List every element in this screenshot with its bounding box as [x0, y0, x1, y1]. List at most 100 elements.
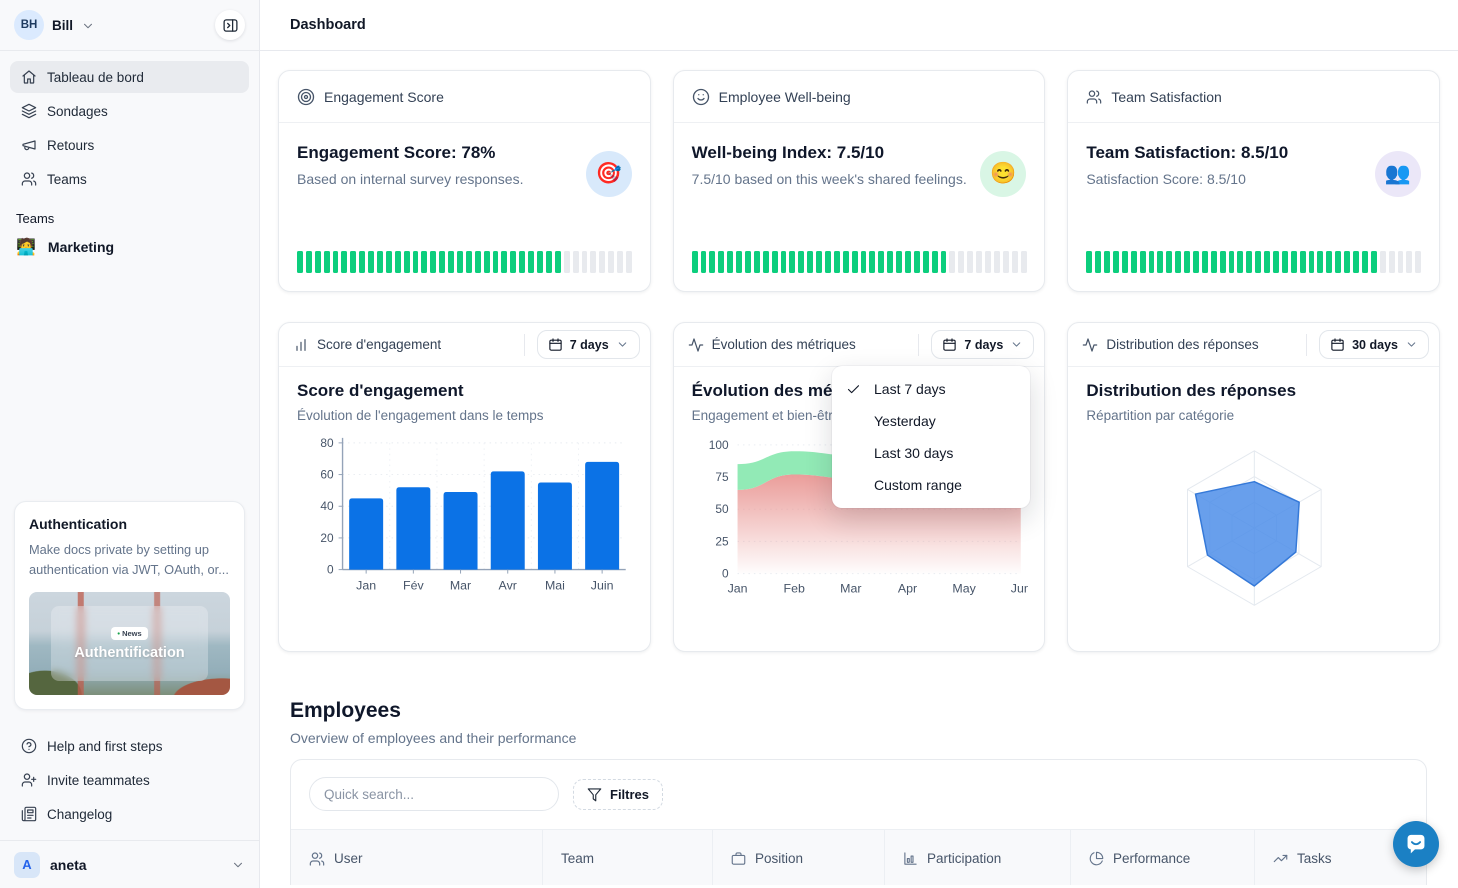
panel-collapse-icon [222, 17, 239, 34]
pie-chart-icon [1089, 851, 1104, 866]
workspace-switcher[interactable]: A aneta [0, 840, 259, 888]
bar-chart-icon [903, 851, 918, 866]
sidebar-collapse-button[interactable] [215, 10, 245, 40]
svg-text:50: 50 [715, 502, 729, 516]
svg-text:Avr: Avr [499, 578, 517, 592]
sidebar-item-dashboard[interactable]: Tableau de bord [10, 61, 249, 93]
users-emoji-badge: 👥 [1375, 151, 1421, 197]
bar-chart-icon [293, 337, 309, 353]
newspaper-icon [21, 806, 37, 822]
svg-text:Jan: Jan [356, 578, 376, 592]
sidebar-item-help[interactable]: Help and first steps [10, 730, 249, 762]
column-header-position: Position [713, 830, 885, 885]
chat-bubble-icon [1403, 831, 1429, 857]
svg-text:0: 0 [722, 567, 729, 581]
divider [1306, 334, 1307, 356]
sidebar-item-label: Retours [47, 138, 94, 153]
sidebar-item-feedback[interactable]: Retours [10, 129, 249, 161]
column-header-team: Team [543, 830, 713, 885]
engagement-score-card: Engagement Score Engagement Score: 78% B… [278, 70, 651, 292]
svg-text:Jun: Jun [1010, 581, 1028, 595]
date-range-button[interactable]: 7 days [537, 330, 640, 359]
date-range-button[interactable]: 30 days [1319, 330, 1429, 359]
technologist-emoji-icon: 🧑‍💻 [16, 237, 36, 257]
chat-launcher-button[interactable] [1393, 821, 1439, 867]
search-input[interactable] [309, 777, 559, 811]
svg-text:Jan: Jan [727, 581, 747, 595]
metric-title: Team Satisfaction: 8.5/10 [1086, 143, 1421, 163]
engagement-chart-card: Score d'engagement 7 days Score d'engage… [278, 322, 651, 652]
sidebar-item-label: Help and first steps [47, 739, 163, 754]
sidebar-item-marketing[interactable]: 🧑‍💻 Marketing [0, 230, 259, 264]
avatar[interactable]: BH [14, 10, 44, 40]
sidebar-item-invite[interactable]: Invite teammates [10, 764, 249, 796]
employees-table-card: Filtres User Team Position [290, 759, 1427, 885]
satisfaction-progress-bar [1086, 251, 1421, 273]
column-header-performance: Performance [1071, 830, 1255, 885]
bar-chart: 020406080JanFévMarAvrMaiJuin [297, 431, 634, 601]
svg-text:Feb: Feb [783, 581, 804, 595]
workspace-avatar: A [14, 852, 40, 878]
divider [524, 334, 525, 356]
sidebar-item-label: Teams [47, 172, 87, 187]
svg-text:40: 40 [320, 499, 334, 513]
home-icon [21, 69, 37, 85]
card-header-label: Employee Well-being [719, 89, 851, 105]
svg-text:0: 0 [327, 563, 334, 577]
svg-text:Juin: Juin [591, 578, 614, 592]
menu-item-last-30-days[interactable]: Last 30 days [832, 437, 1030, 469]
metric-cards-row: Engagement Score Engagement Score: 78% B… [278, 70, 1440, 292]
wellbeing-card: Employee Well-being Well-being Index: 7.… [673, 70, 1046, 292]
svg-text:Mai: Mai [545, 578, 565, 592]
engagement-progress-bar [297, 251, 632, 273]
team-label: Marketing [48, 239, 114, 255]
card-header-label: Score d'engagement [317, 337, 441, 352]
wellbeing-progress-bar [692, 251, 1027, 273]
card-header-label: Team Satisfaction [1111, 89, 1222, 105]
svg-text:25: 25 [715, 534, 729, 548]
authentication-promo-card: Authentication Make docs private by sett… [14, 501, 245, 710]
filters-button[interactable]: Filtres [573, 779, 663, 810]
sidebar-user-row: BH Bill [0, 0, 259, 50]
svg-text:Mar: Mar [450, 578, 471, 592]
sidebar-item-changelog[interactable]: Changelog [10, 798, 249, 830]
target-emoji-badge: 🎯 [586, 151, 632, 197]
promo-image[interactable]: • News Authentification [29, 592, 230, 695]
radar-chart [1086, 431, 1423, 625]
responses-distribution-card: Distribution des réponses 30 days Distri… [1067, 322, 1440, 652]
chevron-down-icon[interactable] [81, 19, 95, 33]
date-range-button[interactable]: 7 days [931, 330, 1034, 359]
promo-body: Make docs private by setting up authenti… [29, 540, 230, 580]
chevron-down-icon [1010, 338, 1023, 351]
menu-item-last-7-days[interactable]: Last 7 days [832, 373, 1030, 405]
promo-caption: Authentification [74, 645, 184, 661]
chart-title: Score d'engagement [297, 381, 634, 401]
chevron-down-icon [1405, 338, 1418, 351]
sidebar-item-surveys[interactable]: Sondages [10, 95, 249, 127]
sidebar-item-label: Changelog [47, 807, 112, 822]
sidebar-item-teams[interactable]: Teams [10, 163, 249, 195]
chart-subtitle: Répartition par catégorie [1086, 408, 1423, 423]
metric-title: Engagement Score: 78% [297, 143, 632, 163]
user-name[interactable]: Bill [52, 18, 73, 33]
smile-icon [692, 88, 710, 106]
sidebar-item-label: Invite teammates [47, 773, 150, 788]
calendar-icon [1330, 337, 1345, 352]
megaphone-icon [21, 137, 37, 153]
svg-text:75: 75 [715, 470, 729, 484]
users-icon [309, 851, 325, 867]
smile-emoji-badge: 😊 [980, 151, 1026, 197]
menu-item-custom-range[interactable]: Custom range [832, 469, 1030, 501]
calendar-icon [548, 337, 563, 352]
menu-item-yesterday[interactable]: Yesterday [832, 405, 1030, 437]
metric-subtitle: Based on internal survey responses. [297, 171, 632, 187]
divider [918, 334, 919, 356]
activity-icon [1082, 337, 1098, 353]
card-header-label: Engagement Score [324, 89, 444, 105]
sidebar: BH Bill Tableau de bord Sondages Retours… [0, 0, 260, 888]
svg-text:100: 100 [708, 438, 728, 452]
news-badge: • News [111, 627, 147, 640]
chevron-down-icon [616, 338, 629, 351]
card-header-label: Distribution des réponses [1106, 337, 1258, 352]
topbar: Dashboard [260, 0, 1458, 51]
